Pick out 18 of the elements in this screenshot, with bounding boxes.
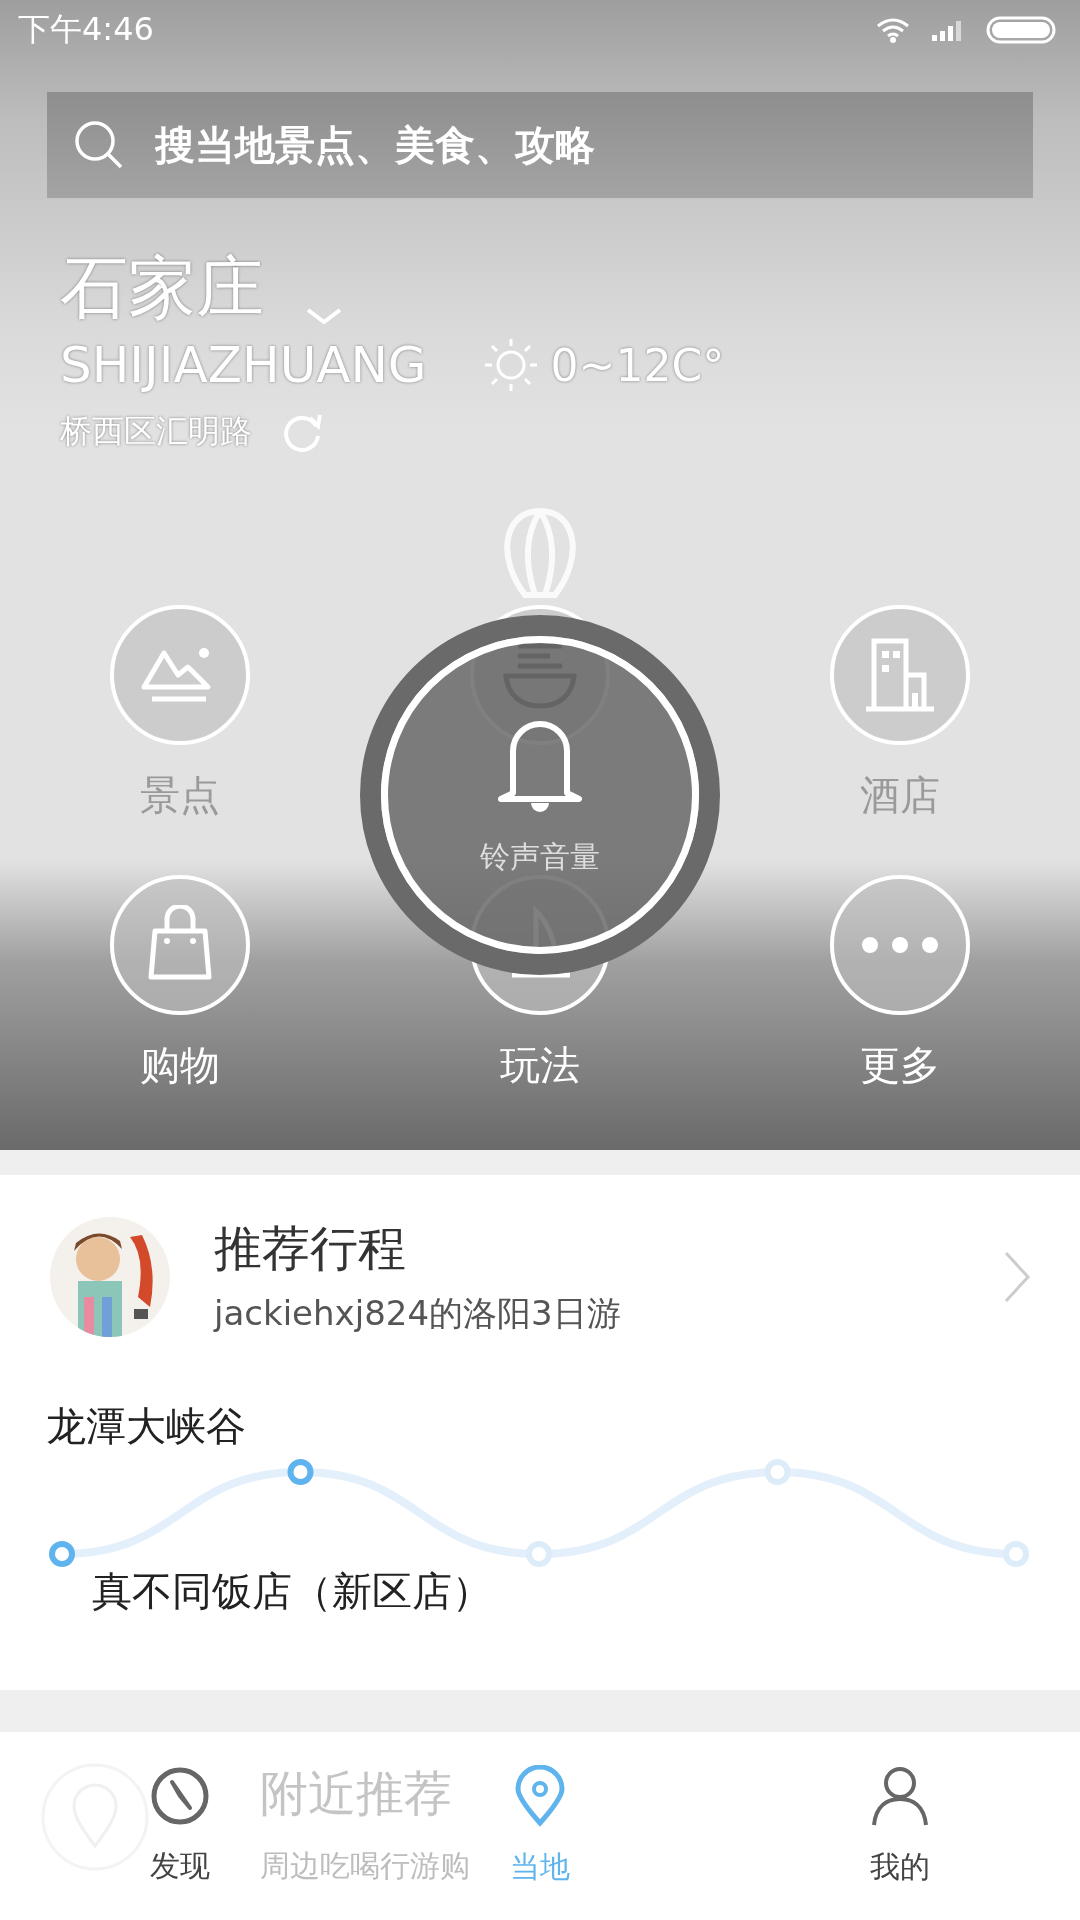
status-time: 下午4:46 [18, 9, 154, 50]
route-start: 龙潭大峡谷 [46, 1402, 247, 1451]
route-end: 真不同饭店（新区店） [92, 1567, 493, 1616]
volume-label: 铃声音量 [480, 837, 600, 876]
temperature: 0~12C° [550, 339, 725, 391]
category-label: 景点 [140, 771, 220, 820]
category-label: 酒店 [860, 771, 940, 820]
nearby-subtitle: 周边吃喝行游购 [260, 1847, 470, 1885]
city-pinyin: SHIJIAZHUANG [60, 336, 427, 394]
category-label: 购物 [140, 1041, 220, 1090]
tab[interactable]: 发现 [130, 1765, 230, 1887]
itinerary-subtitle: jackiehxj824的洛阳3日游 [214, 1292, 622, 1335]
tab[interactable]: 我的 [850, 1764, 950, 1888]
category-label: 玩法 [500, 1041, 580, 1090]
itinerary-title: 推荐行程 [214, 1219, 407, 1278]
nearby-title: 附近推荐 [260, 1764, 453, 1823]
itinerary-card[interactable]: 推荐行程 jackiehxj824的洛阳3日游 龙潭大峡谷 真不同饭店（新区店） [0, 1175, 1080, 1690]
category-label: 更多 [860, 1041, 940, 1090]
